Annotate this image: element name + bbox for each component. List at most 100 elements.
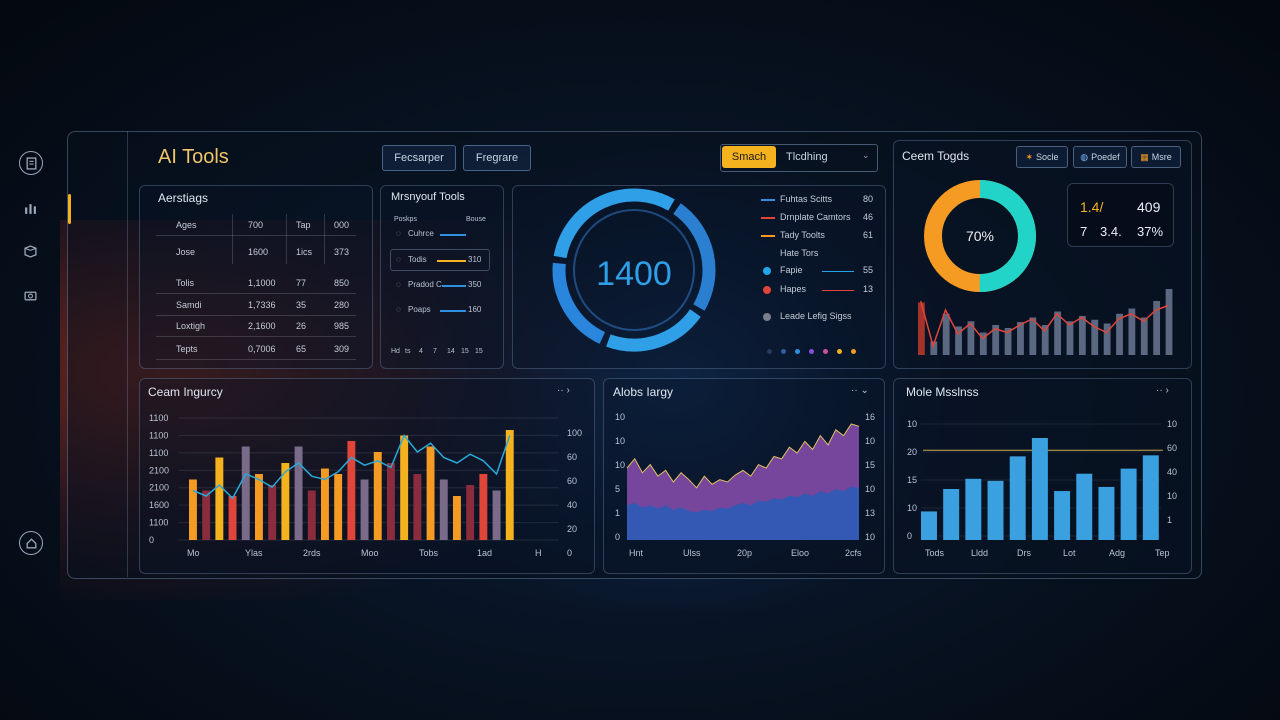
chart-1-bar — [400, 435, 409, 540]
chart-3-bar — [1120, 468, 1137, 540]
gauge-value: 1400 — [596, 255, 672, 293]
chart-1-bar — [189, 479, 197, 540]
chart-1-ytick-right: 60 — [567, 476, 577, 486]
chart-3-xtick: Lot — [1063, 548, 1076, 558]
tools-item-bar — [440, 234, 466, 236]
tools-item-icon: ◌ — [396, 255, 401, 264]
chart-1-bar — [466, 485, 475, 540]
chart-2-xtick: Ulss — [683, 548, 701, 558]
document-icon[interactable] — [19, 151, 43, 175]
legend-label: Hate Tors — [780, 248, 819, 258]
chart-3-ytick-right: 60 — [1167, 443, 1177, 453]
tools-item-value: 310 — [468, 255, 482, 264]
chart-3-bar — [965, 478, 982, 540]
tools-item-label: Pradod C — [408, 280, 442, 289]
aerstats-cell: Tolis — [176, 278, 195, 288]
chevron-down-icon[interactable]: ⌄ — [862, 150, 870, 161]
chart-2-ytick: 10 — [615, 412, 625, 422]
chart-1-bar — [426, 446, 435, 540]
sidebar-active-indicator — [68, 194, 71, 224]
toolbar-button-2[interactable]: Fregrare — [463, 145, 531, 171]
aerstats-panel — [139, 185, 373, 369]
aerstats-cell: 1ics — [296, 247, 313, 257]
aerstats-cell: 309 — [334, 344, 350, 354]
chart-1-ytick: 0 — [149, 535, 154, 545]
chart-1-xtick: 2rds — [303, 548, 321, 558]
ceam-bar — [1054, 311, 1061, 355]
chart-3-bar — [1076, 473, 1093, 540]
aerstats-cell: 280 — [334, 300, 350, 310]
tools-item-value: 350 — [468, 280, 482, 289]
chart-2-ytick: 0 — [615, 532, 620, 542]
page-dot — [837, 349, 842, 354]
legend-marker-line — [761, 199, 775, 201]
chart-1-xtick: H — [535, 548, 542, 558]
chart-3-bar — [1054, 491, 1071, 540]
chart-1-bar — [294, 446, 303, 540]
chart-2-ytick-right: 10 — [865, 436, 875, 446]
chart-1-bar — [255, 474, 263, 540]
chart-2-xtick: 20p — [737, 548, 752, 558]
ceam-bar — [1017, 322, 1024, 355]
chart-2-xtick: 2cfs — [845, 548, 862, 558]
ceam-bar — [1165, 289, 1173, 355]
tools-col-left: Poskps — [394, 216, 417, 223]
chart-1-bar — [307, 490, 316, 540]
aerstats-cell: 700 — [248, 220, 264, 230]
chart-1-bar — [241, 446, 250, 540]
ceam-bar — [1029, 317, 1037, 355]
legend-value: 55 — [863, 265, 874, 275]
aerstats-cell: Jose — [176, 247, 196, 257]
chart-1-ytick-right: 0 — [567, 548, 572, 558]
page-dot — [767, 349, 772, 354]
chart-1-bar — [373, 452, 382, 540]
aerstats-col-divider — [232, 214, 233, 264]
chart-icon[interactable] — [19, 197, 41, 219]
aerstats-cell: 1,7336 — [248, 300, 276, 310]
aerstats-col-divider — [286, 214, 287, 264]
chart-2-ytick: 5 — [615, 484, 620, 494]
chart-3: 10 20 15 10 0 10 60 40 10 1 Tods Lldd Drs Lot Adg Tep — [907, 419, 1177, 558]
page-dot — [795, 349, 800, 354]
ceam-bar — [1140, 317, 1148, 355]
chart-1-bar — [413, 474, 422, 540]
chart-3-ytick-right: 10 — [1167, 419, 1177, 429]
aerstats-cell: Tepts — [176, 344, 198, 354]
aerstats-cell: 65 — [296, 344, 307, 354]
legend-trend-line — [822, 290, 854, 291]
toolbar-button-1[interactable]: Fecsarper — [382, 145, 456, 171]
chart-1-bar — [202, 490, 211, 540]
chart-1-xtick: Mo — [187, 548, 200, 558]
chart-3-ytick-right: 10 — [1167, 491, 1177, 501]
tools-axis-label: 15 — [461, 348, 469, 355]
legend-label: Leade Lefig Sigss — [780, 311, 852, 321]
aerstats-cell: 2,1600 — [248, 321, 276, 331]
legend-label: Fuhtas Scitts — [780, 194, 833, 204]
search-input[interactable] — [786, 148, 856, 166]
chart-1-bar — [347, 441, 356, 540]
camera-icon[interactable] — [19, 284, 41, 306]
tools-item-value: 160 — [468, 305, 482, 314]
ceam-bar — [1078, 316, 1086, 355]
legend-value: 80 — [863, 194, 874, 204]
aerstats-row-divider — [156, 235, 356, 236]
aerstats-cell: 26 — [296, 321, 307, 331]
home-icon[interactable] — [19, 531, 43, 555]
chart-1-xtick: Moo — [361, 548, 379, 558]
aerstats-cell: 35 — [296, 300, 307, 310]
chart-1-bar — [453, 496, 461, 540]
sidebar — [67, 131, 128, 577]
tools-axis-label: 7 — [433, 348, 437, 355]
chart-1-ytick-right: 60 — [567, 452, 577, 462]
stat-1: 1.4/ — [1080, 199, 1104, 215]
chart-2-xtick: Eloo — [791, 548, 809, 558]
search-button[interactable]: Smach — [722, 146, 776, 168]
chart-3-xtick: Drs — [1017, 548, 1031, 558]
tools-item-icon: ◌ — [396, 229, 401, 238]
chart-2-ytick-right: 10 — [865, 484, 875, 494]
tools-title: Mrsnyouf Tools — [391, 191, 465, 203]
ceam-bar — [942, 313, 950, 355]
chart-3-bar — [1031, 438, 1048, 540]
chart-1-ytick-right: 100 — [567, 428, 582, 438]
box-icon[interactable] — [19, 240, 41, 262]
